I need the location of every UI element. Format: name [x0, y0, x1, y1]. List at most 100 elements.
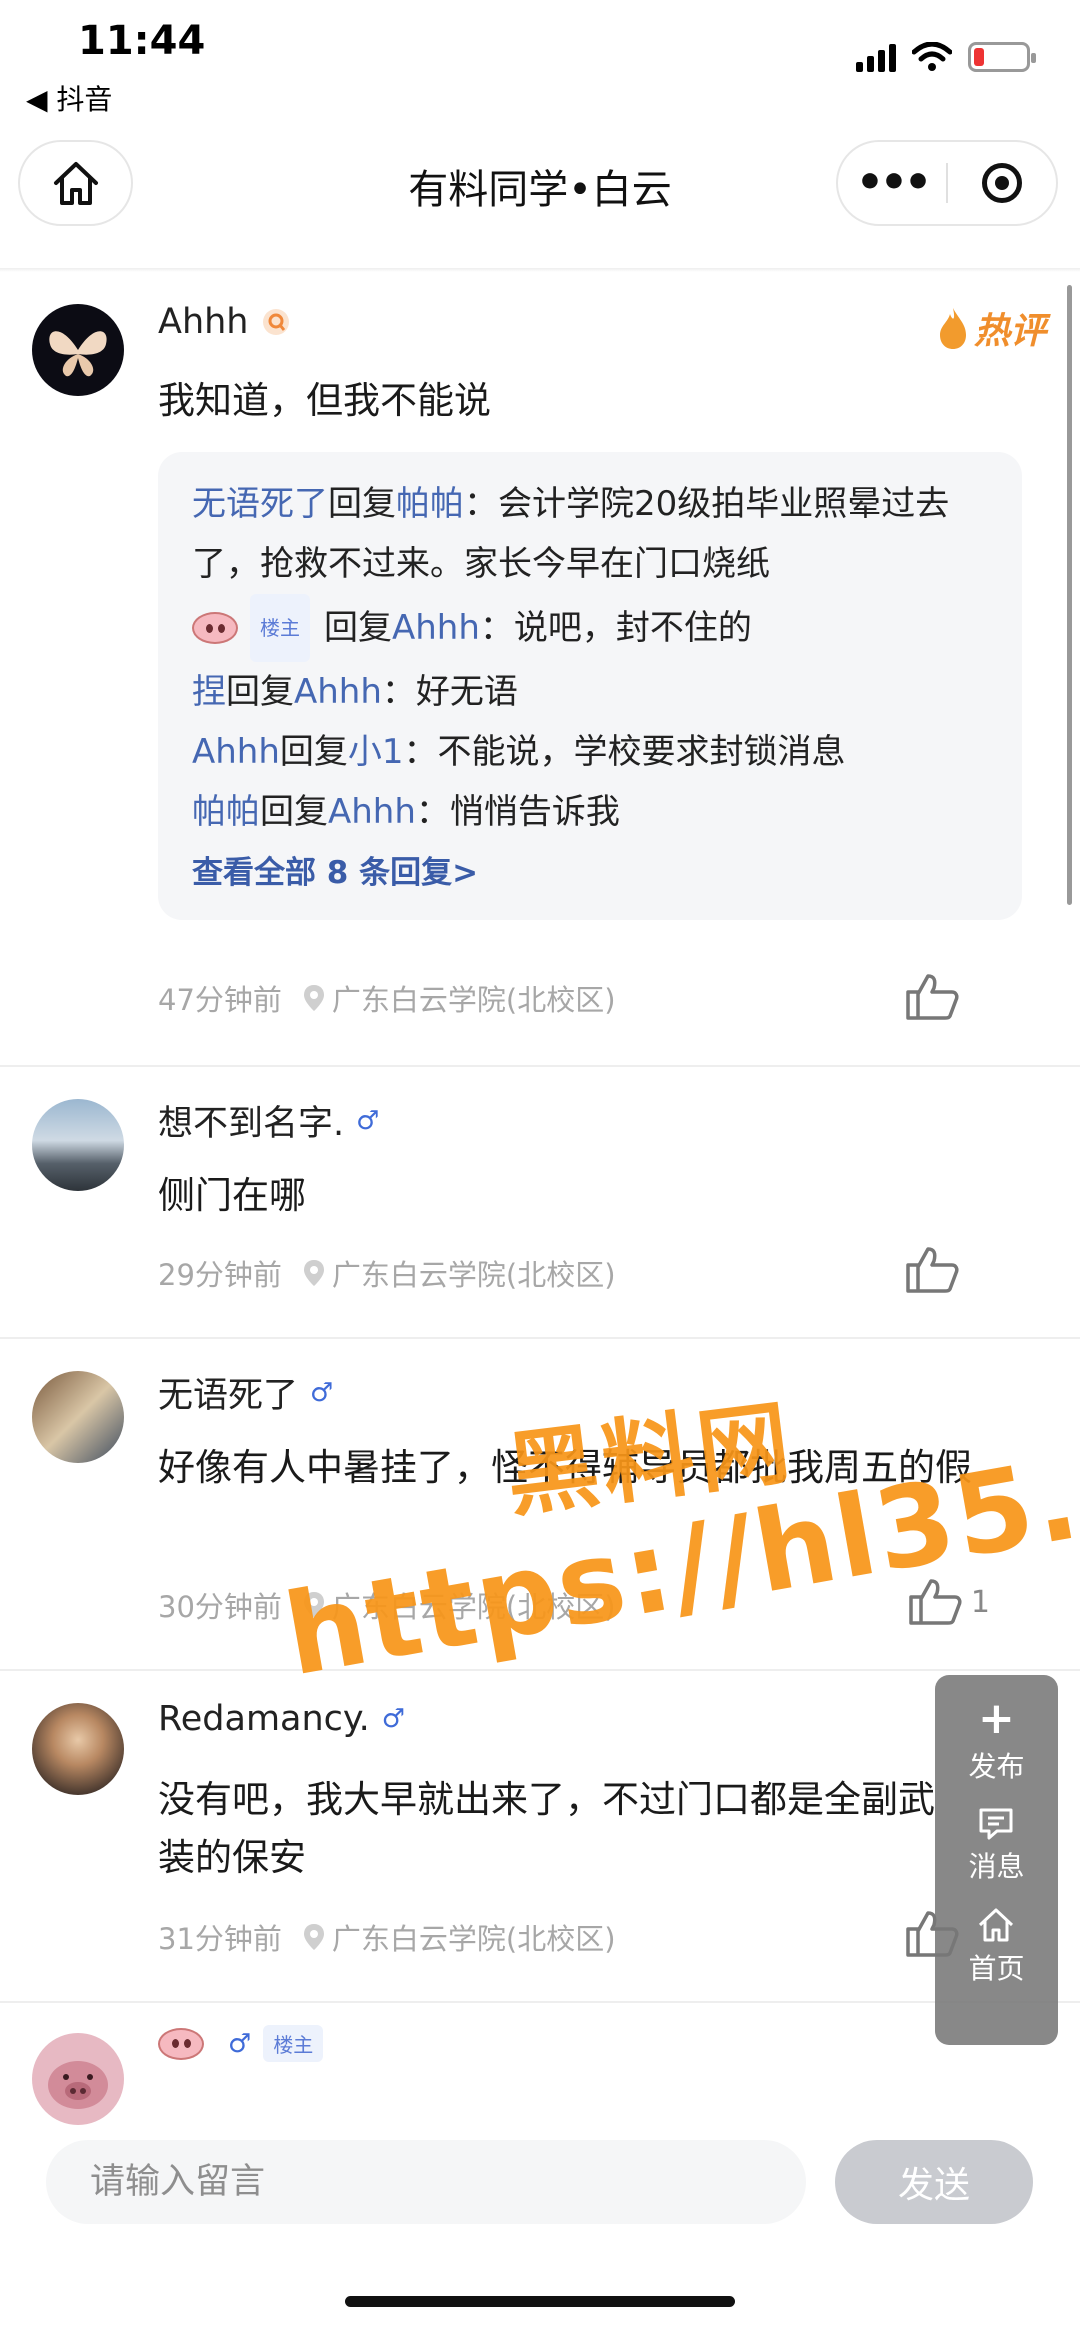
- comment-time: 30分钟前: [158, 1590, 282, 1624]
- comment-header: Ahhh: [158, 302, 291, 342]
- close-miniapp-button[interactable]: [948, 163, 1056, 203]
- location: 广东白云学院(北校区): [302, 1252, 616, 1294]
- avatar[interactable]: [32, 1703, 124, 1795]
- publish-button[interactable]: + 发布: [968, 1697, 1024, 1785]
- comment-header: ♂ 楼主: [158, 2025, 324, 2062]
- miniapp-capsule: •••: [836, 140, 1058, 226]
- thumbs-up-icon: [906, 974, 959, 1020]
- hot-comment-label: 热评: [973, 311, 1046, 352]
- username[interactable]: 无语死了: [158, 1367, 298, 1418]
- comment-input-bar: 发送: [0, 2130, 1080, 2260]
- reply-verb: 回复: [226, 672, 294, 712]
- username[interactable]: 想不到名字.: [158, 1095, 344, 1146]
- more-options-button[interactable]: •••: [838, 161, 946, 205]
- like-button[interactable]: [904, 972, 960, 1022]
- reply-item[interactable]: 帕帕 回复 Ahhh ：悄悄告诉我: [192, 782, 988, 842]
- butterfly-icon: [49, 331, 107, 377]
- pig-nose-avatar-icon: [192, 612, 238, 644]
- target-icon: [982, 163, 1022, 203]
- reply-target[interactable]: 小1: [348, 722, 404, 782]
- view-all-replies-link[interactable]: 查看全部 8 条回复>: [192, 848, 988, 898]
- reply-box: 无语死了回复帕帕：会计学院20级拍毕业照晕过去了，抢救不过来。家长今早在门口烧纸…: [158, 452, 1022, 920]
- reply-text: ：好无语: [381, 672, 518, 712]
- reply-item[interactable]: Ahhh 回复 小1 ：不能说，学校要求封锁消息: [192, 722, 988, 782]
- location-text: 广东白云学院(北校区): [331, 1922, 616, 1956]
- comment-time: 31分钟前: [158, 1922, 282, 1956]
- home-icon: [979, 1908, 1014, 1942]
- home-nav-button[interactable]: 首页: [968, 1907, 1025, 1987]
- send-button[interactable]: 发送: [835, 2140, 1033, 2224]
- reply-text: ：悄悄告诉我: [415, 792, 620, 832]
- pig-avatar-icon: [48, 2061, 108, 2109]
- reply-text: ：不能说，学校要求封锁消息: [403, 732, 846, 772]
- scrollbar[interactable]: [1067, 285, 1072, 905]
- comment-header: Redamancy. ♂: [158, 1699, 405, 1739]
- comment-meta: 31分钟前 广东白云学院(北校区): [158, 1916, 616, 1958]
- status-bar: 11:44 ◀ 抖音: [0, 0, 1080, 120]
- username[interactable]: Redamancy.: [158, 1699, 370, 1739]
- nav-bar: 有料同学•白云 •••: [0, 135, 1080, 235]
- comment-item: Redamancy. ♂ 没有吧，我大早就出来了，不过门口都是全副武装的保安 3…: [0, 1671, 1080, 2003]
- reply-target[interactable]: 帕帕: [396, 484, 464, 524]
- male-icon: ♂: [381, 1704, 406, 1734]
- male-icon: ♂: [310, 1377, 334, 1408]
- reply-author[interactable]: 无语死了: [192, 484, 328, 524]
- location: 广东白云学院(北校区): [302, 977, 616, 1019]
- location-pin-icon: [303, 1924, 324, 1950]
- publish-label: 发布: [968, 1750, 1025, 1783]
- location-text: 广东白云学院(北校区): [331, 1258, 616, 1292]
- reply-verb: 回复: [328, 484, 396, 524]
- messages-button[interactable]: 消息: [968, 1807, 1025, 1885]
- comment-item: 想不到名字. ♂ 侧门在哪 29分钟前 广东白云学院(北校区): [0, 1067, 1080, 1339]
- comment-text: 侧门在哪: [158, 1174, 306, 1217]
- avatar[interactable]: [32, 1371, 124, 1463]
- reply-text: ：说吧，封不住的: [479, 608, 752, 648]
- reply-verb: 回复: [279, 732, 348, 772]
- owner-tag: 楼主: [263, 2025, 324, 2062]
- hot-comment-badge: 热评: [938, 302, 1046, 354]
- reply-target[interactable]: Ahhh: [328, 782, 416, 842]
- reply-verb: 回复: [260, 792, 328, 832]
- status-icons: [856, 42, 1036, 72]
- home-indicator[interactable]: [345, 2296, 735, 2307]
- username[interactable]: Ahhh: [158, 302, 249, 342]
- male-icon: ♂: [228, 2028, 252, 2059]
- messages-label: 消息: [968, 1850, 1025, 1883]
- avatar[interactable]: [32, 304, 124, 396]
- thumbs-up-icon: [906, 1247, 959, 1293]
- floating-menu: + 发布 消息 首页: [935, 1675, 1058, 2045]
- comment-input[interactable]: [46, 2140, 806, 2224]
- reply-target[interactable]: Ahhh: [392, 598, 480, 658]
- status-time: 11:44: [78, 18, 206, 64]
- location-pin-icon: [303, 985, 324, 1011]
- reply-item[interactable]: 捏回复 Ahhh ：好无语: [192, 662, 988, 722]
- message-icon: [979, 1808, 1013, 1840]
- reply-verb: 回复: [324, 608, 392, 648]
- comment-time: 47分钟前: [158, 983, 282, 1017]
- comment-header: 无语死了 ♂: [158, 1367, 333, 1418]
- plus-icon: +: [978, 1693, 1015, 1744]
- back-to-app-link[interactable]: ◀ 抖音: [26, 78, 112, 118]
- badge-icon: [262, 309, 289, 335]
- pig-nose-avatar-icon: [158, 2027, 204, 2060]
- like-count: 1: [970, 1584, 990, 1620]
- reply-target[interactable]: Ahhh: [294, 662, 382, 722]
- battery-icon: [968, 42, 1036, 72]
- avatar[interactable]: [32, 1099, 124, 1191]
- reply-item[interactable]: 无语死了回复帕帕：会计学院20级拍毕业照晕过去了，抢救不过来。家长今早在门口烧纸: [192, 474, 988, 594]
- home-label: 首页: [968, 1952, 1025, 1985]
- reply-item[interactable]: 楼主 回复 Ahhh ：说吧，封不住的: [192, 594, 988, 662]
- owner-tag: 楼主: [250, 594, 310, 662]
- reply-author[interactable]: 帕帕: [192, 782, 260, 842]
- location-text: 广东白云学院(北校区): [331, 983, 616, 1017]
- male-icon: ♂: [356, 1105, 380, 1136]
- avatar[interactable]: [32, 2033, 124, 2125]
- comment-text: 没有吧，我大早就出来了，不过门口都是全副武装的保安: [158, 1778, 935, 1879]
- like-button[interactable]: [904, 1245, 960, 1295]
- comment-meta: 29分钟前 广东白云学院(北校区): [158, 1252, 616, 1294]
- comment-text: 我知道，但我不能说: [158, 379, 491, 422]
- signal-icon: [856, 42, 896, 72]
- reply-author[interactable]: Ahhh: [192, 722, 280, 782]
- comment-header: 想不到名字. ♂: [158, 1095, 379, 1146]
- reply-author[interactable]: 捏: [192, 662, 226, 722]
